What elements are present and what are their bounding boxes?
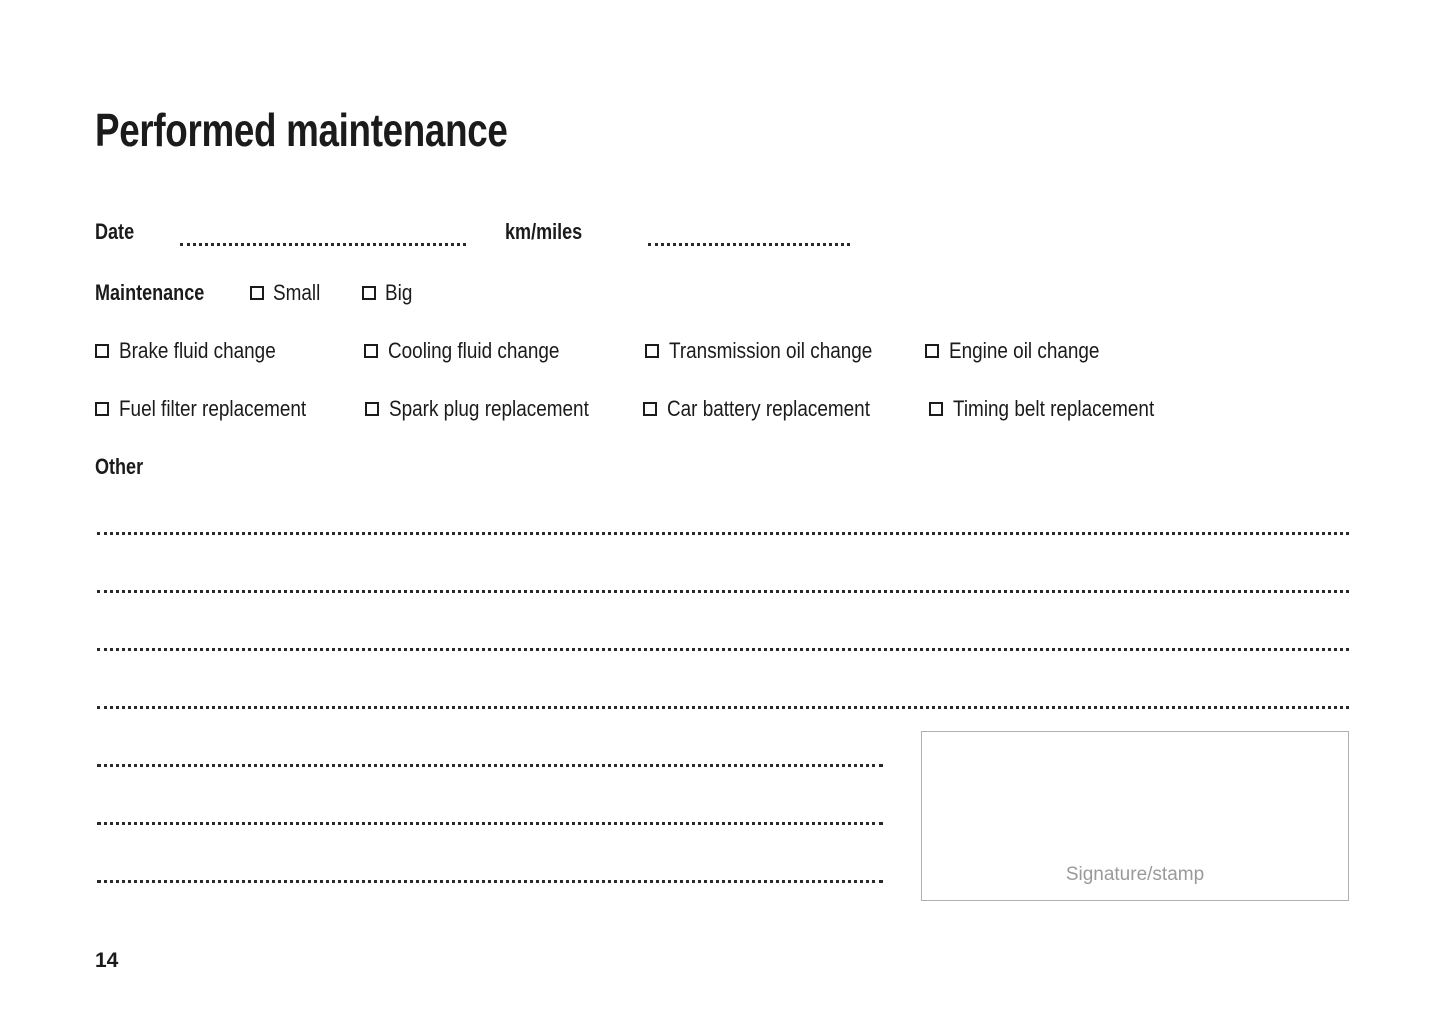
- mileage-input[interactable]: [648, 243, 850, 246]
- task-label: Brake fluid change: [119, 338, 276, 363]
- checkbox-icon[interactable]: [250, 286, 265, 300]
- other-line-3[interactable]: [97, 648, 1349, 651]
- checkbox-icon[interactable]: [643, 402, 658, 416]
- task-label: Transmission oil change: [668, 338, 872, 363]
- task-label: Timing belt replacement: [953, 396, 1155, 421]
- task-car-battery-replacement[interactable]: Car battery replacement: [643, 396, 903, 422]
- other-line-7[interactable]: [97, 880, 883, 883]
- signature-stamp-label: Signature/stamp: [1065, 864, 1205, 885]
- maintenance-label: Maintenance: [95, 280, 205, 305]
- other-line-5[interactable]: [97, 764, 883, 767]
- maintenance-option-big[interactable]: Big: [362, 280, 417, 306]
- other-line-6[interactable]: [97, 822, 883, 825]
- maintenance-option-small-label: Small: [273, 280, 321, 305]
- other-label: Other: [95, 454, 144, 479]
- task-transmission-oil-change[interactable]: Transmission oil change: [644, 338, 905, 364]
- maintenance-option-big-label: Big: [385, 280, 413, 305]
- checkbox-icon[interactable]: [364, 344, 379, 358]
- task-label: Car battery replacement: [667, 396, 870, 421]
- maintenance-option-small[interactable]: Small: [250, 280, 328, 306]
- other-line-2[interactable]: [97, 590, 1349, 593]
- signature-stamp-box[interactable]: Signature/stamp: [921, 731, 1349, 901]
- task-timing-belt-replacement[interactable]: Timing belt replacement: [929, 396, 1187, 422]
- task-fuel-filter-replacement[interactable]: Fuel filter replacement: [95, 396, 337, 422]
- task-row-1: Brake fluid change Cooling fluid change …: [95, 336, 1124, 366]
- date-label: Date: [95, 219, 135, 244]
- maintenance-type-row: Maintenance Small Big: [95, 278, 451, 308]
- checkbox-icon[interactable]: [95, 344, 109, 358]
- other-line-1[interactable]: [97, 532, 1349, 535]
- checkbox-icon[interactable]: [925, 344, 940, 358]
- checkbox-icon[interactable]: [364, 402, 379, 416]
- task-cooling-fluid-change[interactable]: Cooling fluid change: [364, 338, 587, 364]
- checkbox-icon[interactable]: [95, 402, 109, 416]
- date-mileage-row: Date km/miles: [95, 219, 1355, 251]
- checkbox-icon[interactable]: [644, 344, 659, 358]
- task-label: Cooling fluid change: [388, 338, 560, 363]
- checkbox-icon[interactable]: [929, 402, 944, 416]
- task-brake-fluid-change[interactable]: Brake fluid change: [95, 338, 301, 364]
- maintenance-log-page: Performed maintenance Date km/miles Main…: [0, 0, 1445, 1025]
- task-row-2: Fuel filter replacement Spark plug repla…: [95, 394, 1187, 424]
- date-input[interactable]: [180, 243, 466, 246]
- mileage-label: km/miles: [505, 219, 583, 244]
- page-number: 14: [95, 949, 119, 972]
- page-title: Performed maintenance: [95, 104, 508, 156]
- other-line-4[interactable]: [97, 706, 1349, 709]
- checkbox-icon[interactable]: [362, 286, 377, 300]
- task-label: Fuel filter replacement: [119, 396, 307, 421]
- task-spark-plug-replacement[interactable]: Spark plug replacement: [364, 396, 621, 422]
- task-label: Spark plug replacement: [388, 396, 589, 421]
- task-label: Engine oil change: [949, 338, 1100, 363]
- task-engine-oil-change[interactable]: Engine oil change: [925, 338, 1124, 364]
